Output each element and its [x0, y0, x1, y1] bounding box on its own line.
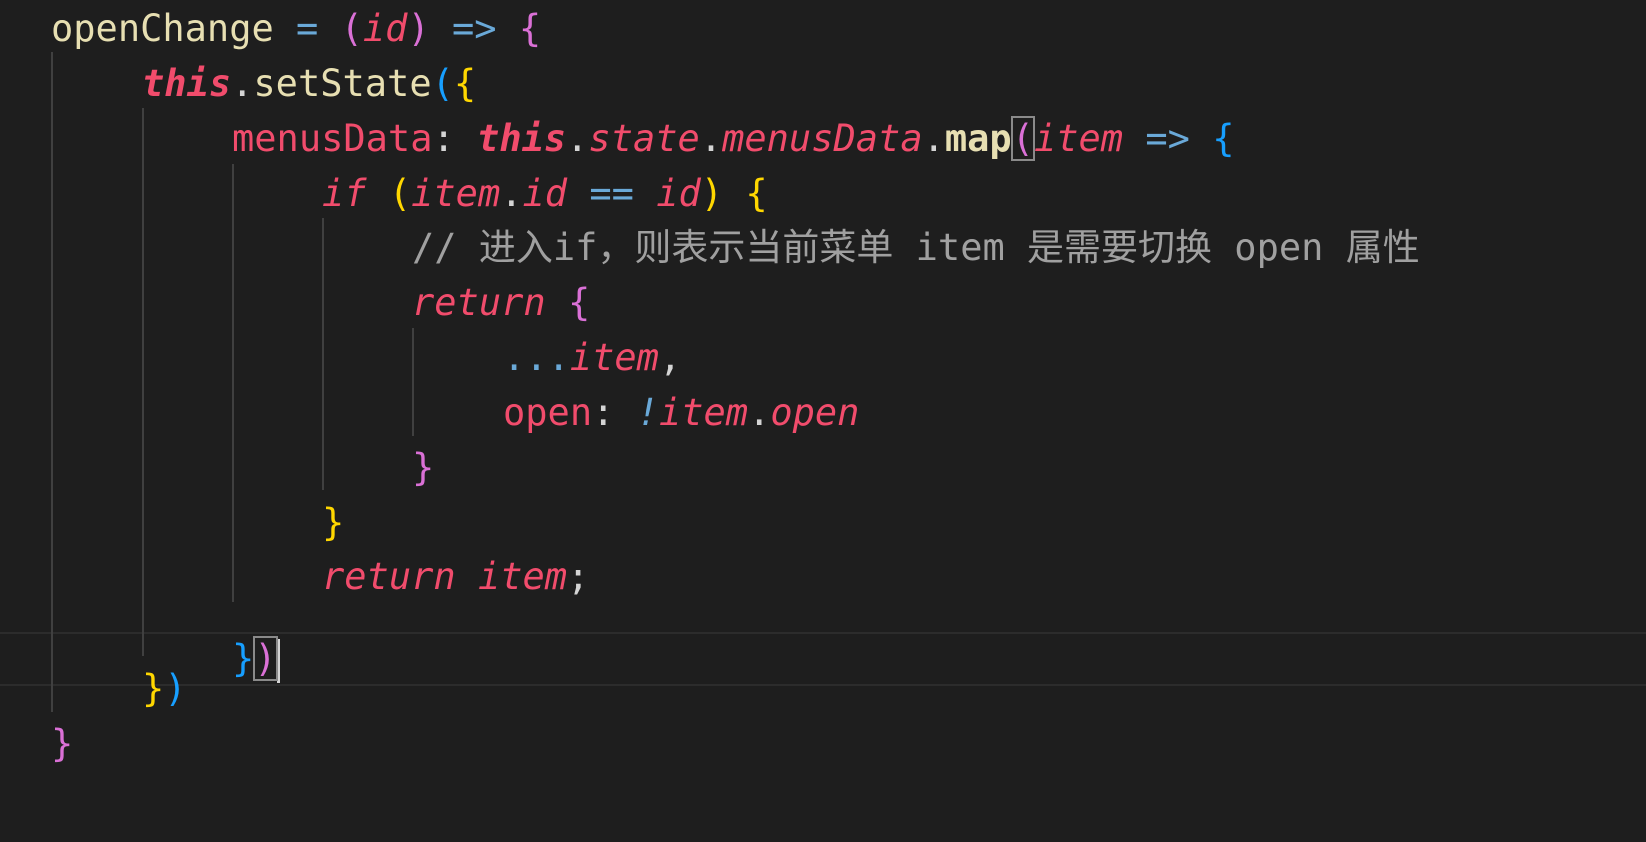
bracket: ) [164, 667, 187, 710]
this-keyword: this [142, 62, 232, 105]
function-name: openChange [51, 7, 274, 50]
property-name: id [522, 172, 568, 215]
punctuation: . [500, 172, 523, 215]
arrow-operator: => [1123, 117, 1213, 160]
indent-guide [412, 328, 414, 436]
bracket: { [453, 62, 477, 105]
punctuation: . [748, 391, 771, 434]
bracket: ( [340, 7, 363, 50]
if-keyword: if [322, 172, 367, 215]
punctuation: : [592, 391, 637, 434]
bracket: { [745, 172, 768, 215]
code-line-8[interactable]: open: !item.open [503, 384, 859, 442]
matched-bracket: ( [1010, 116, 1035, 161]
bracket: ) [407, 7, 430, 50]
code-line-12[interactable]: }) [232, 630, 280, 688]
code-line-14[interactable]: } [51, 715, 73, 773]
property-name: menusData [232, 117, 433, 160]
indent-guide [232, 164, 234, 602]
variable: item [477, 555, 568, 598]
indent-guide [142, 108, 144, 656]
code-line-1[interactable]: openChange = (id) => { [51, 0, 541, 58]
text-cursor [276, 638, 280, 683]
code-line-3[interactable]: menusData: this.state.menusData.map(item… [232, 110, 1234, 168]
punctuation: . [566, 117, 589, 160]
code-editor[interactable]: openChange = (id) => { this.setState({ m… [0, 0, 1646, 842]
indent-guide [322, 218, 324, 490]
punctuation: ; [567, 555, 590, 598]
operator: = [273, 7, 341, 50]
variable: item [658, 391, 749, 434]
code-line-4[interactable]: if (item.id == id) { [322, 165, 768, 223]
bracket: } [322, 501, 345, 544]
variable: item [411, 172, 501, 215]
indent-guide [51, 52, 53, 712]
code-line-11[interactable]: return item; [322, 548, 589, 606]
spread-operator: ... [503, 336, 570, 379]
method-name: map [944, 117, 1012, 160]
code-line-5[interactable]: // 进入if，则表示当前菜单 item 是需要切换 open 属性 [412, 219, 1420, 277]
this-keyword: this [477, 117, 567, 160]
bracket: } [412, 446, 435, 489]
matched-bracket: ) [253, 636, 278, 681]
property-name: open [770, 391, 860, 434]
bracket: ( [431, 62, 454, 105]
code-line-6[interactable]: return { [412, 274, 590, 332]
bracket: } [142, 667, 165, 710]
bracket: } [51, 722, 74, 765]
bracket: } [232, 637, 255, 680]
punctuation: : [432, 117, 478, 160]
parameter: id [656, 172, 701, 215]
parameter: item [1033, 117, 1124, 160]
punctuation: . [699, 117, 723, 160]
return-keyword: return [322, 555, 456, 598]
operator: == [567, 172, 657, 215]
bracket: { [567, 281, 591, 324]
code-comment: // 进入if，则表示当前菜单 item 是需要切换 open 属性 [412, 226, 1420, 269]
parameter: id [362, 7, 408, 50]
code-line-2[interactable]: this.setState({ [142, 55, 476, 113]
bracket: ( [388, 172, 412, 215]
bracket: { [518, 7, 542, 50]
return-keyword: return [412, 281, 546, 324]
bracket: { [1212, 117, 1235, 160]
code-line-13[interactable]: }) [142, 660, 187, 718]
punctuation: , [658, 336, 682, 379]
punctuation: . [922, 117, 945, 160]
property-name: state [588, 117, 700, 160]
arrow-operator: => [429, 7, 519, 50]
punctuation: . [231, 62, 254, 105]
not-operator: ! [636, 391, 659, 434]
property-name: menusData [722, 117, 923, 160]
code-line-9[interactable]: } [412, 439, 434, 497]
code-line-7[interactable]: ...item, [503, 329, 681, 387]
method-name: setState [253, 62, 432, 105]
property-name: open [503, 391, 593, 434]
code-line-10[interactable]: } [322, 494, 344, 552]
bracket: ) [700, 172, 724, 215]
variable: item [569, 336, 659, 379]
